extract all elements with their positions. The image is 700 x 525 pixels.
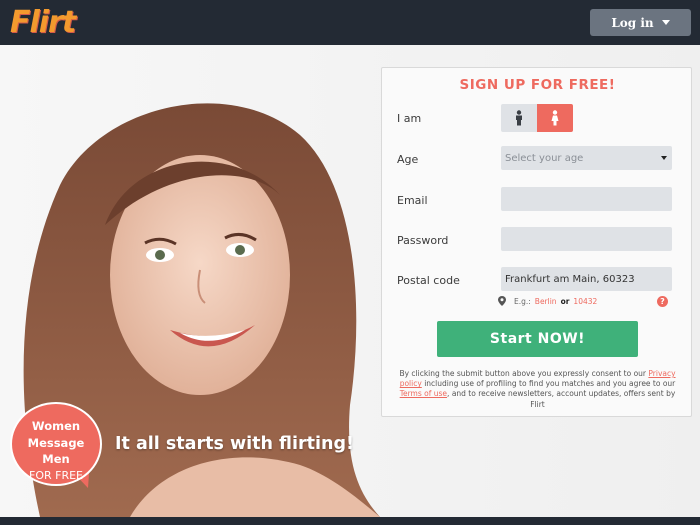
help-icon[interactable]: ? <box>657 296 668 307</box>
email-field[interactable] <box>501 187 672 211</box>
promo-bubble: Women Message Men FOR FREE <box>10 402 102 486</box>
age-select[interactable]: Select your age <box>501 146 672 170</box>
bubble-line-1: Women <box>31 419 81 433</box>
hint-or: or <box>560 296 570 306</box>
postal-code-field[interactable] <box>501 267 672 291</box>
age-select-value: Select your age <box>505 152 584 164</box>
gender-toggle <box>501 104 573 132</box>
bubble-line-4: FOR FREE <box>29 468 83 482</box>
terms-part-3: , and to receive newsletters, account up… <box>447 389 676 409</box>
chevron-down-icon <box>661 20 670 25</box>
iam-label: I am <box>397 112 422 125</box>
location-pin-icon <box>498 296 506 306</box>
female-option[interactable] <box>537 104 573 132</box>
login-label: Log in <box>611 15 654 30</box>
terms-text: By clicking the submit button above you … <box>396 369 679 410</box>
terms-of-use-link[interactable]: Terms of use <box>400 389 447 398</box>
postal-label: Postal code <box>397 274 460 287</box>
password-field[interactable] <box>501 227 672 251</box>
male-option[interactable] <box>501 104 537 132</box>
start-now-button[interactable]: Start NOW! <box>437 321 638 357</box>
hint-prefix: E.g.: <box>514 296 531 306</box>
logo-text: Flirt <box>10 4 76 40</box>
login-button[interactable]: Log in <box>590 9 691 36</box>
hint-city[interactable]: Berlin <box>535 297 557 306</box>
bubble-line-2: Message <box>27 435 85 450</box>
bottom-strip <box>0 517 700 525</box>
female-icon <box>551 110 559 126</box>
age-label: Age <box>397 153 419 166</box>
terms-part-1: By clicking the submit button above you … <box>399 369 646 378</box>
top-bar: Flirt Log in <box>0 0 700 45</box>
terms-part-2: including use of profiling to find you m… <box>424 379 676 389</box>
password-label: Password <box>397 234 449 247</box>
signup-title: SIGN UP FOR FREE! <box>459 77 616 93</box>
flirt-logo[interactable]: Flirt <box>10 4 76 40</box>
postal-hint: E.g.: Berlin or 10432 <box>498 296 597 306</box>
hero-tagline: It all starts with flirting! <box>115 434 354 454</box>
bubble-line-3: Men <box>42 452 70 466</box>
male-icon <box>516 110 522 126</box>
email-label: Email <box>397 194 428 207</box>
signup-panel: SIGN UP FOR FREE! I am Age Select your a… <box>381 67 692 417</box>
dropdown-caret-icon <box>661 156 667 160</box>
hint-code[interactable]: 10432 <box>573 297 597 306</box>
